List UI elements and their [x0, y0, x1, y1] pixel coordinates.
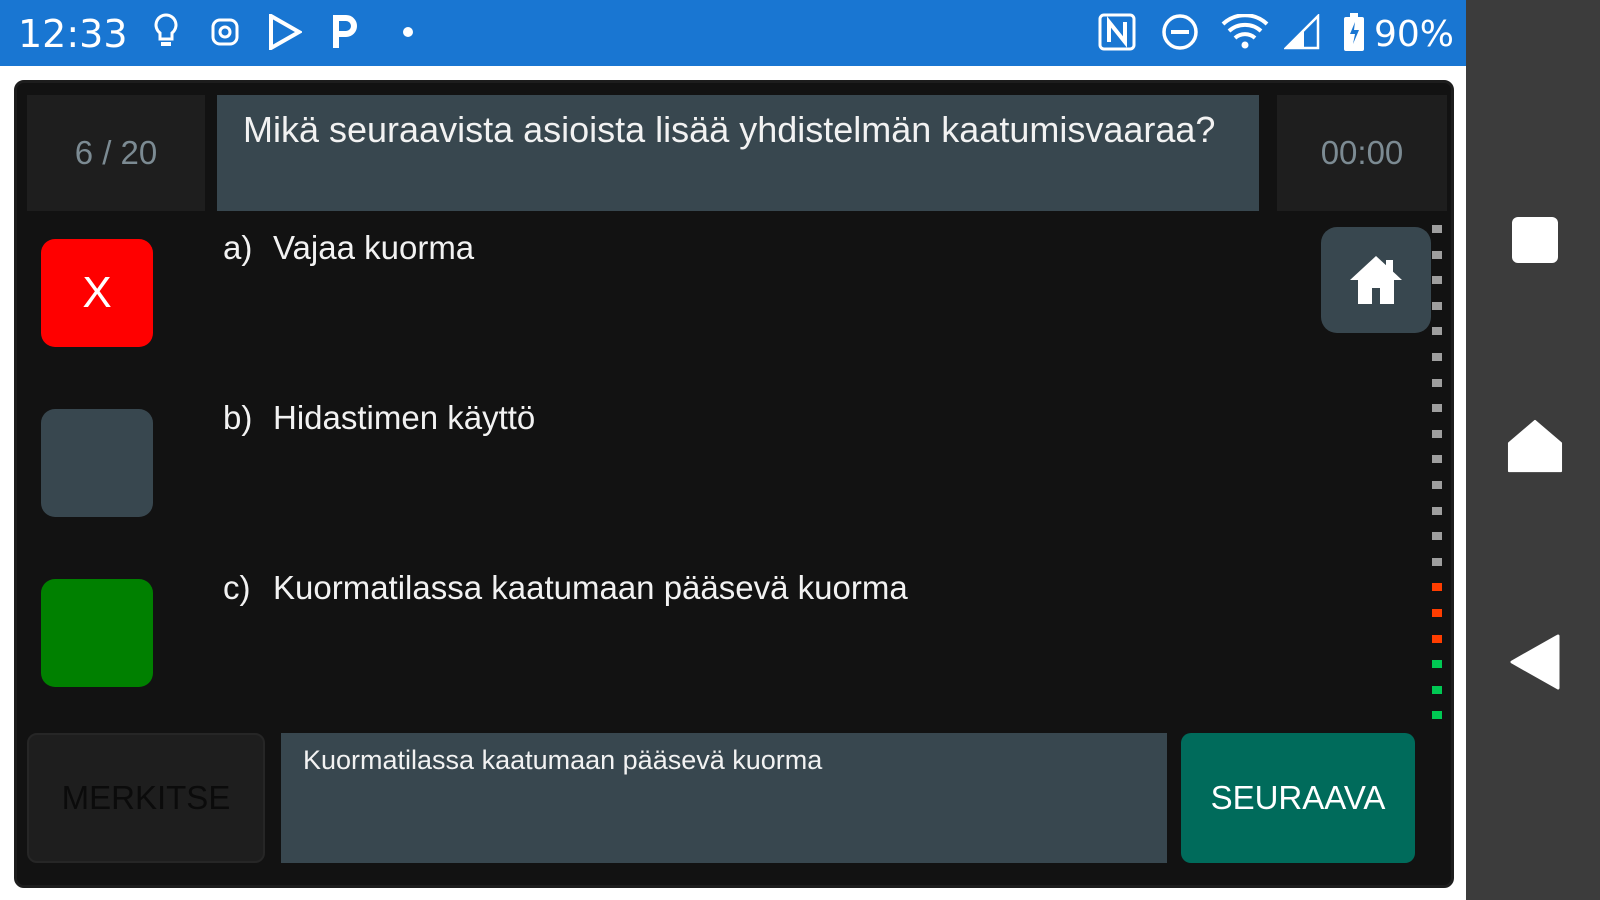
- progress-dot: [1432, 609, 1442, 617]
- next-button[interactable]: SEURAAVA: [1181, 733, 1415, 863]
- recents-icon: [1512, 217, 1558, 263]
- nfc-icon: [1096, 12, 1138, 52]
- screen: 12:33 90% 6 / 20 Mikä seuraavista asiois…: [0, 0, 1600, 900]
- timer: 00:00: [1277, 95, 1447, 211]
- recents-button[interactable]: [1507, 212, 1563, 268]
- answer-b-letter: b): [223, 399, 253, 436]
- progress-dot: [1432, 327, 1442, 336]
- progress-dot: [1432, 404, 1442, 413]
- progress-dot: [1432, 634, 1442, 643]
- lightbulb-icon: [150, 12, 182, 52]
- answer-a-marker[interactable]: X: [41, 239, 153, 347]
- answer-b-text[interactable]: Hidastimen käyttö: [273, 399, 535, 437]
- progress-indicator: [1432, 225, 1444, 725]
- home-nav-icon: [1507, 419, 1563, 473]
- progress-dot: [1432, 353, 1442, 361]
- status-bar: 12:33 90%: [0, 0, 1466, 66]
- progress-dot: [1432, 378, 1442, 387]
- progress-dot: [1432, 225, 1442, 233]
- answer-b-marker[interactable]: [41, 409, 153, 517]
- progress-dot: [1432, 481, 1442, 489]
- play-store-icon: [266, 12, 304, 52]
- mark-button[interactable]: MERKITSE: [27, 733, 265, 863]
- question-text: Mikä seuraavista asioista lisää yhdistel…: [217, 95, 1259, 211]
- answer-a-letter: a): [223, 229, 253, 266]
- home-icon: [1350, 256, 1402, 304]
- back-icon: [1510, 634, 1560, 690]
- battery-percentage: 90%: [1374, 14, 1455, 55]
- answer-c-text[interactable]: Kuormatilassa kaatumaan pääsevä kuorma: [273, 569, 908, 607]
- wrong-mark: X: [82, 268, 112, 317]
- progress-dot: [1432, 506, 1442, 515]
- progress-dot: [1432, 711, 1442, 720]
- do-not-disturb-icon: [1160, 12, 1200, 52]
- home-nav-button[interactable]: [1507, 418, 1563, 474]
- progress-dot: [1432, 455, 1442, 464]
- parking-icon: [328, 12, 362, 52]
- progress-dot: [1432, 557, 1442, 566]
- progress-dot: [1432, 685, 1442, 694]
- battery-icon: [1340, 12, 1368, 52]
- back-button[interactable]: [1507, 634, 1563, 690]
- question-counter: 6 / 20: [27, 95, 205, 211]
- quiz-panel: 6 / 20 Mikä seuraavista asioista lisää y…: [14, 80, 1454, 888]
- selected-answer-display: Kuormatilassa kaatumaan pääsevä kuorma: [281, 733, 1167, 863]
- status-time: 12:33: [18, 12, 128, 56]
- navigation-bar: [1466, 0, 1600, 900]
- answer-a-text[interactable]: Vajaa kuorma: [273, 229, 474, 267]
- progress-dot: [1432, 532, 1442, 541]
- answer-c-marker[interactable]: [41, 579, 153, 687]
- wifi-icon: [1220, 12, 1270, 52]
- progress-dot: [1432, 301, 1442, 310]
- progress-dot: [1432, 583, 1442, 592]
- cell-signal-icon: [1282, 12, 1322, 52]
- progress-dot: [1432, 660, 1442, 669]
- progress-dot: [1432, 276, 1442, 285]
- answer-c-letter: c): [223, 569, 251, 606]
- instagram-icon: [208, 12, 242, 52]
- progress-dot: [1432, 429, 1442, 438]
- progress-dot: [1432, 250, 1442, 259]
- home-button[interactable]: [1321, 227, 1431, 333]
- dot-icon: [398, 12, 418, 52]
